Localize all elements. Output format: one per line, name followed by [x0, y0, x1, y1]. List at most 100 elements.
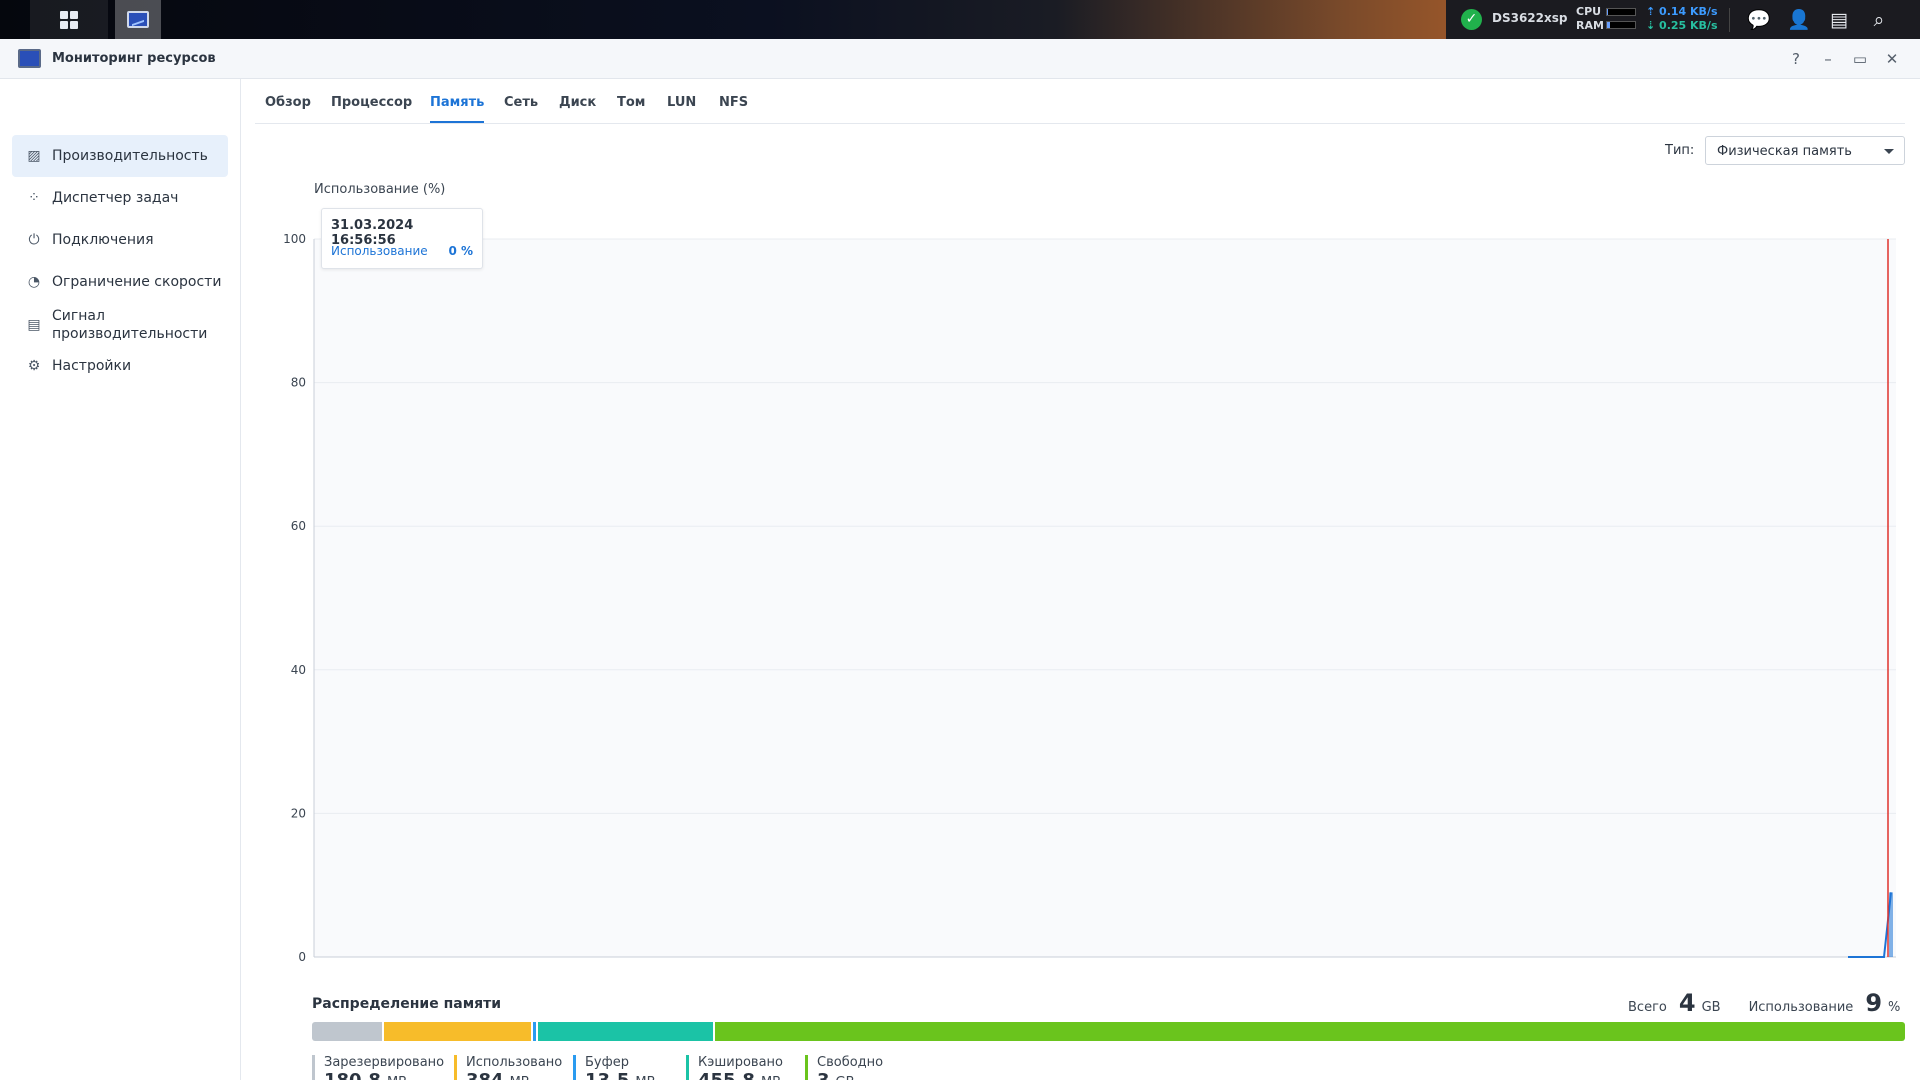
sidebar-item-label: Ограничение скорости: [52, 274, 222, 290]
tab-volume[interactable]: Том: [617, 95, 645, 123]
sidebar-item-label: Подключения: [52, 232, 154, 248]
upload-rate-value: 0.14 KB/s: [1659, 5, 1718, 18]
plug-icon: ⏻: [28, 232, 40, 248]
tab-lun[interactable]: LUN: [667, 95, 696, 123]
resource-monitor-icon: [127, 11, 149, 28]
legend-value: 13.5: [585, 1070, 629, 1080]
distribution-segment: [536, 1022, 714, 1041]
legend-unit: MB: [510, 1075, 530, 1080]
window-titlebar[interactable]: Мониторинг ресурсов ? – ▭ ✕: [0, 39, 1920, 79]
tray-divider: [1729, 8, 1730, 32]
plot-area: [314, 239, 1896, 957]
memory-distribution-bar: [312, 1022, 1905, 1041]
main-menu-button[interactable]: [30, 0, 108, 39]
close-button[interactable]: ✕: [1881, 48, 1903, 70]
widgets-icon[interactable]: ▤: [1827, 8, 1851, 32]
y-tick-label: 60: [291, 519, 306, 533]
legend-name: Буфер: [585, 1055, 629, 1070]
usage-value: 9: [1865, 989, 1883, 1017]
sidebar-item-task-manager[interactable]: ⁘ Диспетчер задач: [12, 177, 228, 219]
tab-disk[interactable]: Диск: [559, 95, 596, 123]
speedometer-icon: ◔: [27, 274, 41, 290]
gear-icon: ⚙: [27, 358, 41, 374]
legend-unit: MB: [761, 1075, 781, 1080]
y-tick-label: 0: [298, 950, 306, 964]
ram-meter-fill: [1607, 22, 1610, 28]
type-label: Тип:: [1665, 143, 1695, 158]
legend-buffer: Буфер 13.5 MB: [573, 1055, 656, 1080]
chart-icon: ▨: [27, 148, 41, 164]
status-ok-icon[interactable]: ✓: [1461, 9, 1482, 30]
taskbar: ✓ DS3622xsp CPU RAM ⇡ 0.14 KB/s ⇣ 0.25 K…: [0, 0, 1920, 39]
download-rate-value: 0.25 KB/s: [1659, 19, 1718, 32]
download-rate: ⇣ 0.25 KB/s: [1646, 19, 1718, 32]
legend-name: Свободно: [817, 1055, 884, 1070]
sidebar-item-label: Производительность: [52, 148, 208, 164]
y-tick-label: 40: [291, 663, 306, 677]
tab-memory[interactable]: Память: [430, 95, 485, 123]
taskbar-tray: ✓ DS3622xsp CPU RAM ⇡ 0.14 KB/s ⇣ 0.25 K…: [1446, 0, 1920, 39]
total-value: 4: [1678, 989, 1696, 1017]
tab-cpu[interactable]: Процессор: [331, 95, 412, 123]
distribution-segment: [382, 1022, 532, 1041]
legend-unit: MB: [387, 1075, 407, 1080]
tab-nfs[interactable]: NFS: [719, 95, 748, 123]
host-name[interactable]: DS3622xsp: [1492, 11, 1567, 25]
cpu-label: CPU: [1576, 5, 1602, 18]
legend-free: Свободно 3 GB: [805, 1055, 883, 1080]
sidebar-item-label: Диспетчер задач: [52, 190, 179, 206]
apps-grid-icon: [60, 10, 78, 29]
legend-value: 3: [817, 1070, 830, 1080]
legend-value: 180.8: [324, 1070, 381, 1080]
taskbar-resource-monitor-button[interactable]: [115, 0, 161, 39]
usage-unit: %: [1888, 1000, 1901, 1015]
cpu-meter-fill: [1607, 9, 1609, 15]
sidebar-item-label: Настройки: [52, 358, 132, 374]
y-tick-label: 20: [291, 806, 306, 820]
upload-rate: ⇡ 0.14 KB/s: [1646, 5, 1718, 18]
memory-usage-chart[interactable]: 0 20 40 60 80 100: [270, 194, 1910, 964]
legend-used: Использовано 384 MB: [454, 1055, 562, 1080]
tab-network[interactable]: Сеть: [504, 95, 538, 123]
sidebar-item-performance[interactable]: ▨ Производительность: [12, 135, 228, 177]
distribution-segment: [713, 1022, 1905, 1041]
legend-value: 455.8: [698, 1070, 755, 1080]
report-icon: ▤: [27, 317, 41, 333]
user-icon[interactable]: 👤: [1787, 8, 1811, 32]
legend-reserved: Зарезервировано 180.8 MB: [312, 1055, 444, 1080]
resource-monitor-window: Мониторинг ресурсов ? – ▭ ✕ ▨ Производит…: [0, 39, 1920, 1080]
ram-meter: [1606, 21, 1636, 29]
total-unit: GB: [1701, 1000, 1721, 1015]
total-label: Всего: [1628, 1000, 1667, 1015]
cpu-meter: [1606, 8, 1636, 16]
sidebar-item-speed-limit[interactable]: ◔ Ограничение скорости: [12, 261, 228, 303]
memory-type-select-value: Физическая память: [1717, 144, 1852, 159]
y-tick-label: 100: [283, 232, 306, 246]
memory-summary: Всего 4 GB Использование 9 %: [1628, 989, 1900, 1017]
notifications-chat-icon[interactable]: 💬: [1747, 8, 1771, 32]
maximize-button[interactable]: ▭: [1849, 48, 1871, 70]
legend-value: 384: [466, 1070, 504, 1080]
chart-tooltip: 31.03.2024 16:56:56 Использование 0 %: [321, 208, 483, 269]
legend-cached: Кэшировано 455.8 MB: [686, 1055, 783, 1080]
window-title: Мониторинг ресурсов: [52, 51, 216, 66]
legend-name: Зарезервировано: [324, 1055, 445, 1070]
sidebar: ▨ Производительность ⁘ Диспетчер задач ⏻…: [0, 79, 241, 1080]
tab-bar: Обзор Процессор Память Сеть Диск Том LUN…: [255, 79, 1905, 124]
legend-name: Использовано: [466, 1055, 563, 1070]
help-button[interactable]: ?: [1785, 48, 1807, 70]
y-tick-label: 80: [291, 376, 306, 390]
resource-monitor-icon: [18, 49, 41, 68]
tasks-icon: ⁘: [28, 190, 40, 206]
tab-overview[interactable]: Обзор: [265, 95, 311, 123]
sidebar-item-label: Сигнал производительности: [52, 308, 208, 342]
ram-label: RAM: [1576, 19, 1604, 32]
sidebar-item-settings[interactable]: ⚙ Настройки: [12, 345, 228, 387]
search-icon[interactable]: ⌕: [1867, 8, 1891, 32]
minimize-button[interactable]: –: [1817, 48, 1839, 70]
memory-distribution-title: Распределение памяти: [312, 996, 502, 1012]
sidebar-item-performance-alarm[interactable]: ▤ Сигнал производительности: [12, 301, 228, 349]
distribution-segment: [312, 1022, 383, 1041]
sidebar-item-connections[interactable]: ⏻ Подключения: [12, 219, 228, 261]
memory-type-select[interactable]: Физическая память: [1705, 136, 1905, 165]
